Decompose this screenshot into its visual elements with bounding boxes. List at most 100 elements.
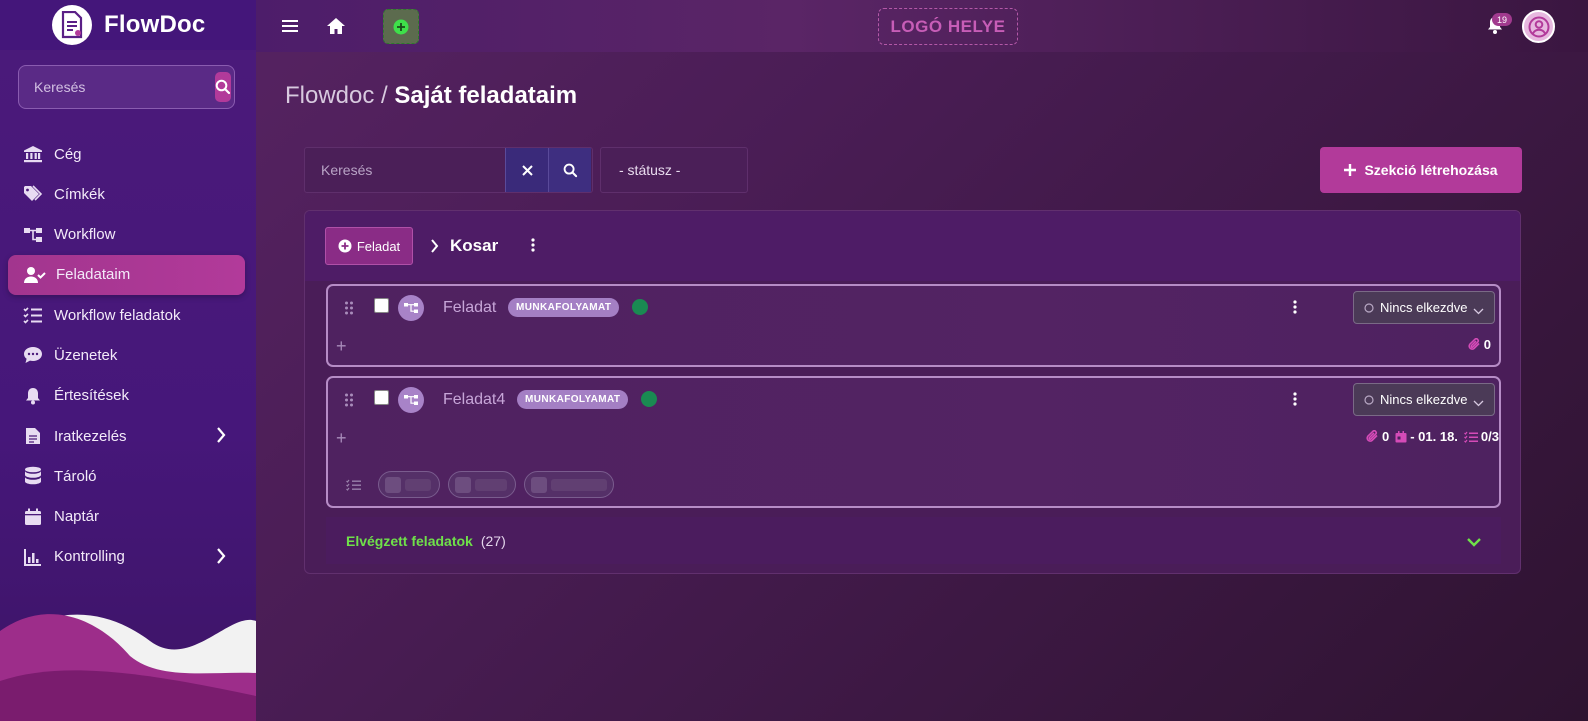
- sidebar-item-feladataim[interactable]: Feladataim: [8, 254, 245, 295]
- subtask-pill[interactable]: [378, 471, 440, 498]
- calendar-icon: [1395, 430, 1407, 442]
- chevron-down-icon: [1473, 395, 1484, 410]
- sidebar-item-iratkezeles[interactable]: Iratkezelés: [0, 416, 256, 456]
- task-menu-button[interactable]: [1293, 300, 1297, 319]
- completed-tasks-toggle[interactable]: Elvégzett feladatok (27): [326, 517, 1501, 564]
- sidebar-item-label: Üzenetek: [54, 346, 118, 364]
- collapse-section-toggle[interactable]: [430, 239, 439, 258]
- chevron-right-icon: [431, 239, 439, 253]
- create-section-button[interactable]: Szekció létrehozása: [1320, 147, 1522, 193]
- task-status-dropdown[interactable]: Nincs elkezdve: [1353, 291, 1495, 324]
- task-checkbox[interactable]: [374, 298, 389, 313]
- task-menu-button[interactable]: [1293, 392, 1297, 411]
- drag-handle-icon[interactable]: [344, 300, 354, 321]
- sidebar-item-label: Feladataim: [56, 266, 131, 284]
- sidebar-item-label: Naptár: [54, 508, 100, 526]
- hamburger-icon: [282, 20, 298, 32]
- sidebar-search-button[interactable]: [215, 72, 231, 102]
- notification-count-badge: 19: [1492, 13, 1512, 26]
- sidebar-item-workflow-feladatok[interactable]: Workflow feladatok: [0, 295, 256, 335]
- subtask-list-icon: [346, 478, 362, 496]
- chevron-right-icon: [216, 548, 226, 568]
- sidebar-item-cimkek[interactable]: Címkék: [0, 174, 256, 214]
- sidebar-item-label: Iratkezelés: [54, 427, 127, 445]
- bar-chart-icon: [22, 546, 44, 568]
- user-check-icon: [24, 264, 46, 286]
- chevron-right-icon: [216, 427, 226, 447]
- quick-add-button[interactable]: [383, 9, 419, 44]
- sidebar-search-input[interactable]: [19, 79, 215, 95]
- sidebar-item-label: Címkék: [54, 185, 105, 203]
- sidebar-item-ceg[interactable]: Cég: [0, 134, 256, 174]
- breadcrumb-root[interactable]: Flowdoc: [285, 82, 374, 109]
- user-icon: [1528, 16, 1549, 37]
- section-header: Feladat Kosar: [305, 211, 1520, 281]
- search-button[interactable]: [548, 148, 591, 192]
- app-name: FlowDoc: [104, 11, 206, 38]
- due-date-value: - 01. 18.: [1410, 429, 1458, 444]
- due-date[interactable]: - 01. 18.: [1395, 429, 1458, 444]
- task-checkbox[interactable]: [374, 390, 389, 405]
- task-title[interactable]: Feladat: [443, 299, 496, 317]
- add-subtask-button[interactable]: +: [336, 428, 347, 449]
- circle-outline-icon: [1364, 302, 1374, 313]
- task-card[interactable]: Feladat4 MUNKAFOLYAMAT Nincs elkezdve + …: [326, 376, 1501, 508]
- completed-tasks-count: (27): [480, 532, 506, 549]
- status-dot: [641, 391, 657, 407]
- subtask-pill[interactable]: [448, 471, 516, 498]
- task-tag: MUNKAFOLYAMAT: [517, 390, 629, 409]
- task-card[interactable]: Feladat MUNKAFOLYAMAT Nincs elkezdve + 0: [326, 284, 1501, 367]
- task-title[interactable]: Feladat4: [443, 391, 505, 409]
- bell-icon: [22, 385, 44, 407]
- chevron-down-icon: [1473, 303, 1484, 318]
- sidebar-item-tarolo[interactable]: Tároló: [0, 456, 256, 496]
- task-meta: 0: [1468, 337, 1491, 352]
- status-filter-select[interactable]: - státusz -: [600, 147, 748, 193]
- add-task-button[interactable]: Feladat: [325, 227, 413, 265]
- subtask-pill[interactable]: [524, 471, 614, 498]
- task-tag: MUNKAFOLYAMAT: [508, 298, 620, 317]
- add-subtask-button[interactable]: +: [336, 336, 347, 357]
- sidebar-item-naptar[interactable]: Naptár: [0, 497, 256, 537]
- checklist-progress[interactable]: 0/3: [1463, 429, 1499, 444]
- menu-toggle-button[interactable]: [278, 14, 302, 38]
- breadcrumb-separator: /: [374, 82, 395, 109]
- task-status-dropdown[interactable]: Nincs elkezdve: [1353, 383, 1495, 416]
- database-icon: [22, 465, 44, 487]
- checklist-progress-value: 0/3: [1480, 429, 1499, 444]
- workflow-icon: [22, 224, 44, 246]
- section-menu-button[interactable]: [531, 238, 535, 257]
- plus-circle-icon: [338, 239, 352, 253]
- section-panel: Feladat Kosar Feladat MUNKAFOLYAMAT Ninc…: [304, 210, 1521, 574]
- sidebar-item-ertesitesek[interactable]: Értesítések: [0, 376, 256, 416]
- paperclip-icon: [1468, 338, 1480, 350]
- sidebar-item-label: Kontrolling: [54, 548, 125, 566]
- create-section-label: Szekció létrehozása: [1364, 162, 1498, 178]
- kebab-icon: [1293, 392, 1297, 406]
- home-button[interactable]: [324, 14, 348, 38]
- workflow-icon: [398, 387, 424, 413]
- user-avatar[interactable]: [1522, 10, 1555, 43]
- attachment-count[interactable]: 0: [1366, 429, 1389, 444]
- sidebar-item-kontrolling[interactable]: Kontrolling: [0, 537, 256, 577]
- sidebar-wave-decoration: [0, 614, 256, 721]
- sidebar-item-uzenetek[interactable]: Üzenetek: [0, 335, 256, 375]
- sidebar-item-label: Cég: [54, 145, 82, 163]
- search-icon: [215, 79, 231, 95]
- sidebar-item-workflow[interactable]: Workflow: [0, 215, 256, 255]
- clear-search-button[interactable]: [505, 148, 548, 192]
- attachment-count-value: 0: [1381, 429, 1390, 444]
- add-task-label: Feladat: [356, 238, 401, 254]
- checklist-icon: [1463, 431, 1478, 443]
- task-search-input[interactable]: [305, 148, 505, 192]
- page-title: Saját feladataim: [394, 82, 578, 109]
- brand[interactable]: FlowDoc: [0, 0, 256, 50]
- kebab-icon: [531, 238, 535, 252]
- drag-handle-icon[interactable]: [344, 392, 354, 413]
- attachment-count[interactable]: 0: [1468, 337, 1491, 352]
- checklist-icon: [22, 304, 44, 326]
- flowdoc-logo-icon: [52, 5, 92, 45]
- search-icon: [563, 163, 577, 177]
- plus-circle-icon: [393, 19, 409, 34]
- sidebar-item-label: Értesítések: [54, 387, 130, 405]
